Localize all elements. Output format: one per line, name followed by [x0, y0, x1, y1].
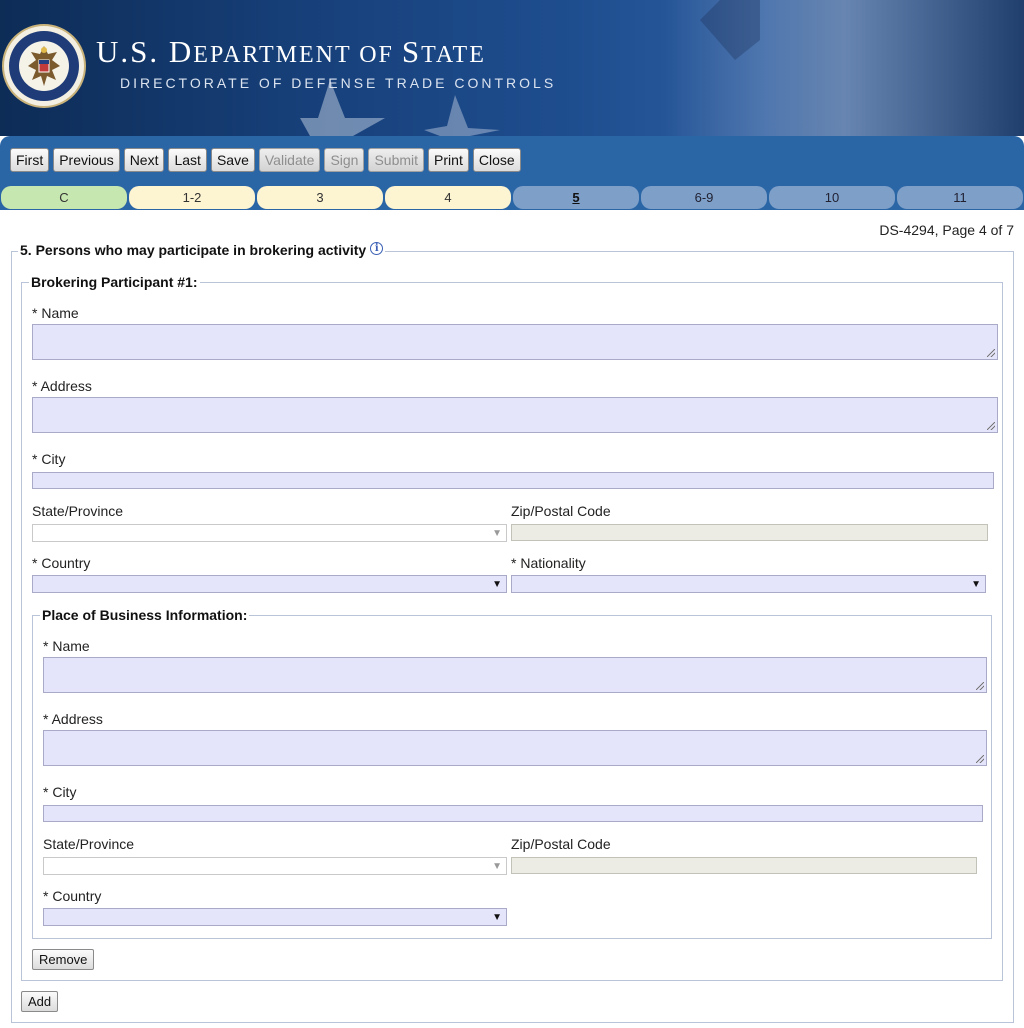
- next-button[interactable]: Next: [123, 148, 165, 172]
- title-dept-rest: EPARTMENT: [193, 42, 352, 68]
- resize-grip-icon[interactable]: [976, 755, 984, 763]
- title-state-initial: S: [401, 34, 422, 69]
- business-state-select[interactable]: ▼: [43, 857, 507, 875]
- info-icon[interactable]: i: [370, 242, 384, 255]
- tab-11[interactable]: 11: [897, 186, 1023, 209]
- tab-5[interactable]: 5: [513, 186, 639, 209]
- chevron-down-icon: ▼: [492, 528, 502, 539]
- resize-grip-icon[interactable]: [976, 682, 984, 690]
- section-5-title: 5. Persons who may participate in broker…: [18, 242, 386, 258]
- toolbar-buttons: First Previous Next Last Save Validate S…: [10, 148, 521, 172]
- business-city-input[interactable]: [43, 805, 983, 822]
- business-country-label: * Country: [43, 888, 102, 904]
- page-indicator: DS-4294, Page 4 of 7: [879, 222, 1014, 238]
- country-select[interactable]: ▼: [32, 575, 507, 593]
- business-state-label: State/Province: [43, 836, 135, 852]
- form-toolbar: First Previous Next Last Save Validate S…: [0, 136, 1024, 210]
- remove-participant-button[interactable]: Remove: [32, 949, 95, 970]
- business-address-textarea[interactable]: [43, 730, 987, 766]
- header-banner: U.S. DEPARTMENT OF STATE DIRECTORATE OF …: [0, 0, 1024, 136]
- nationality-select[interactable]: ▼: [511, 575, 986, 593]
- directorate-subtitle: DIRECTORATE OF DEFENSE TRADE CONTROLS: [120, 75, 557, 91]
- tab-1-2[interactable]: 1-2: [129, 186, 255, 209]
- tab-c[interactable]: C: [1, 186, 127, 209]
- chevron-down-icon: ▼: [492, 912, 502, 923]
- sign-button[interactable]: Sign: [324, 148, 365, 172]
- city-label: * City: [32, 451, 66, 467]
- business-name-label: * Name: [43, 638, 90, 654]
- address-textarea[interactable]: [32, 397, 998, 433]
- tab-6-9[interactable]: 6-9: [641, 186, 767, 209]
- resize-grip-icon[interactable]: [987, 422, 995, 430]
- business-name-textarea[interactable]: [43, 657, 987, 693]
- business-country-select[interactable]: ▼: [43, 908, 507, 926]
- section-title-text: 5. Persons who may participate in broker…: [20, 242, 367, 258]
- nationality-label: * Nationality: [511, 555, 586, 571]
- first-button[interactable]: First: [10, 148, 50, 172]
- zip-label: Zip/Postal Code: [511, 503, 611, 519]
- add-participant-button[interactable]: Add: [21, 991, 59, 1012]
- chevron-down-icon: ▼: [492, 579, 502, 590]
- tab-10[interactable]: 10: [769, 186, 895, 209]
- state-label: State/Province: [32, 503, 124, 519]
- business-legend: Place of Business Information:: [40, 607, 250, 623]
- business-address-label: * Address: [43, 711, 103, 727]
- department-seal-icon: [2, 24, 86, 108]
- chevron-down-icon: ▼: [971, 579, 981, 590]
- chevron-down-icon: ▼: [492, 861, 502, 872]
- city-input[interactable]: [32, 472, 994, 489]
- business-zip-input[interactable]: [511, 857, 977, 874]
- title-us: U.S.: [96, 34, 169, 69]
- state-select[interactable]: ▼: [32, 524, 507, 542]
- submit-button[interactable]: Submit: [368, 148, 425, 172]
- title-of: OF: [351, 42, 402, 68]
- title-state-rest: TATE: [421, 42, 486, 68]
- zip-input[interactable]: [511, 524, 988, 541]
- tab-3[interactable]: 3: [257, 186, 383, 209]
- close-button[interactable]: Close: [472, 148, 521, 172]
- country-label: * Country: [32, 555, 91, 571]
- participant-legend: Brokering Participant #1:: [29, 274, 200, 290]
- name-label: * Name: [32, 305, 79, 321]
- title-dept-initial: D: [168, 34, 194, 69]
- last-button[interactable]: Last: [168, 148, 207, 172]
- resize-grip-icon[interactable]: [987, 349, 995, 357]
- department-title: U.S. DEPARTMENT OF STATE: [96, 34, 486, 70]
- name-textarea[interactable]: [32, 324, 998, 360]
- section-tabs: C 1-2 3 4 5 6-9 10 11: [0, 186, 1024, 209]
- previous-button[interactable]: Previous: [53, 148, 120, 172]
- address-label: * Address: [32, 378, 92, 394]
- business-zip-label: Zip/Postal Code: [511, 836, 611, 852]
- print-button[interactable]: Print: [428, 148, 469, 172]
- tab-4[interactable]: 4: [385, 186, 511, 209]
- validate-button[interactable]: Validate: [258, 148, 321, 172]
- business-city-label: * City: [43, 784, 77, 800]
- save-button[interactable]: Save: [210, 148, 255, 172]
